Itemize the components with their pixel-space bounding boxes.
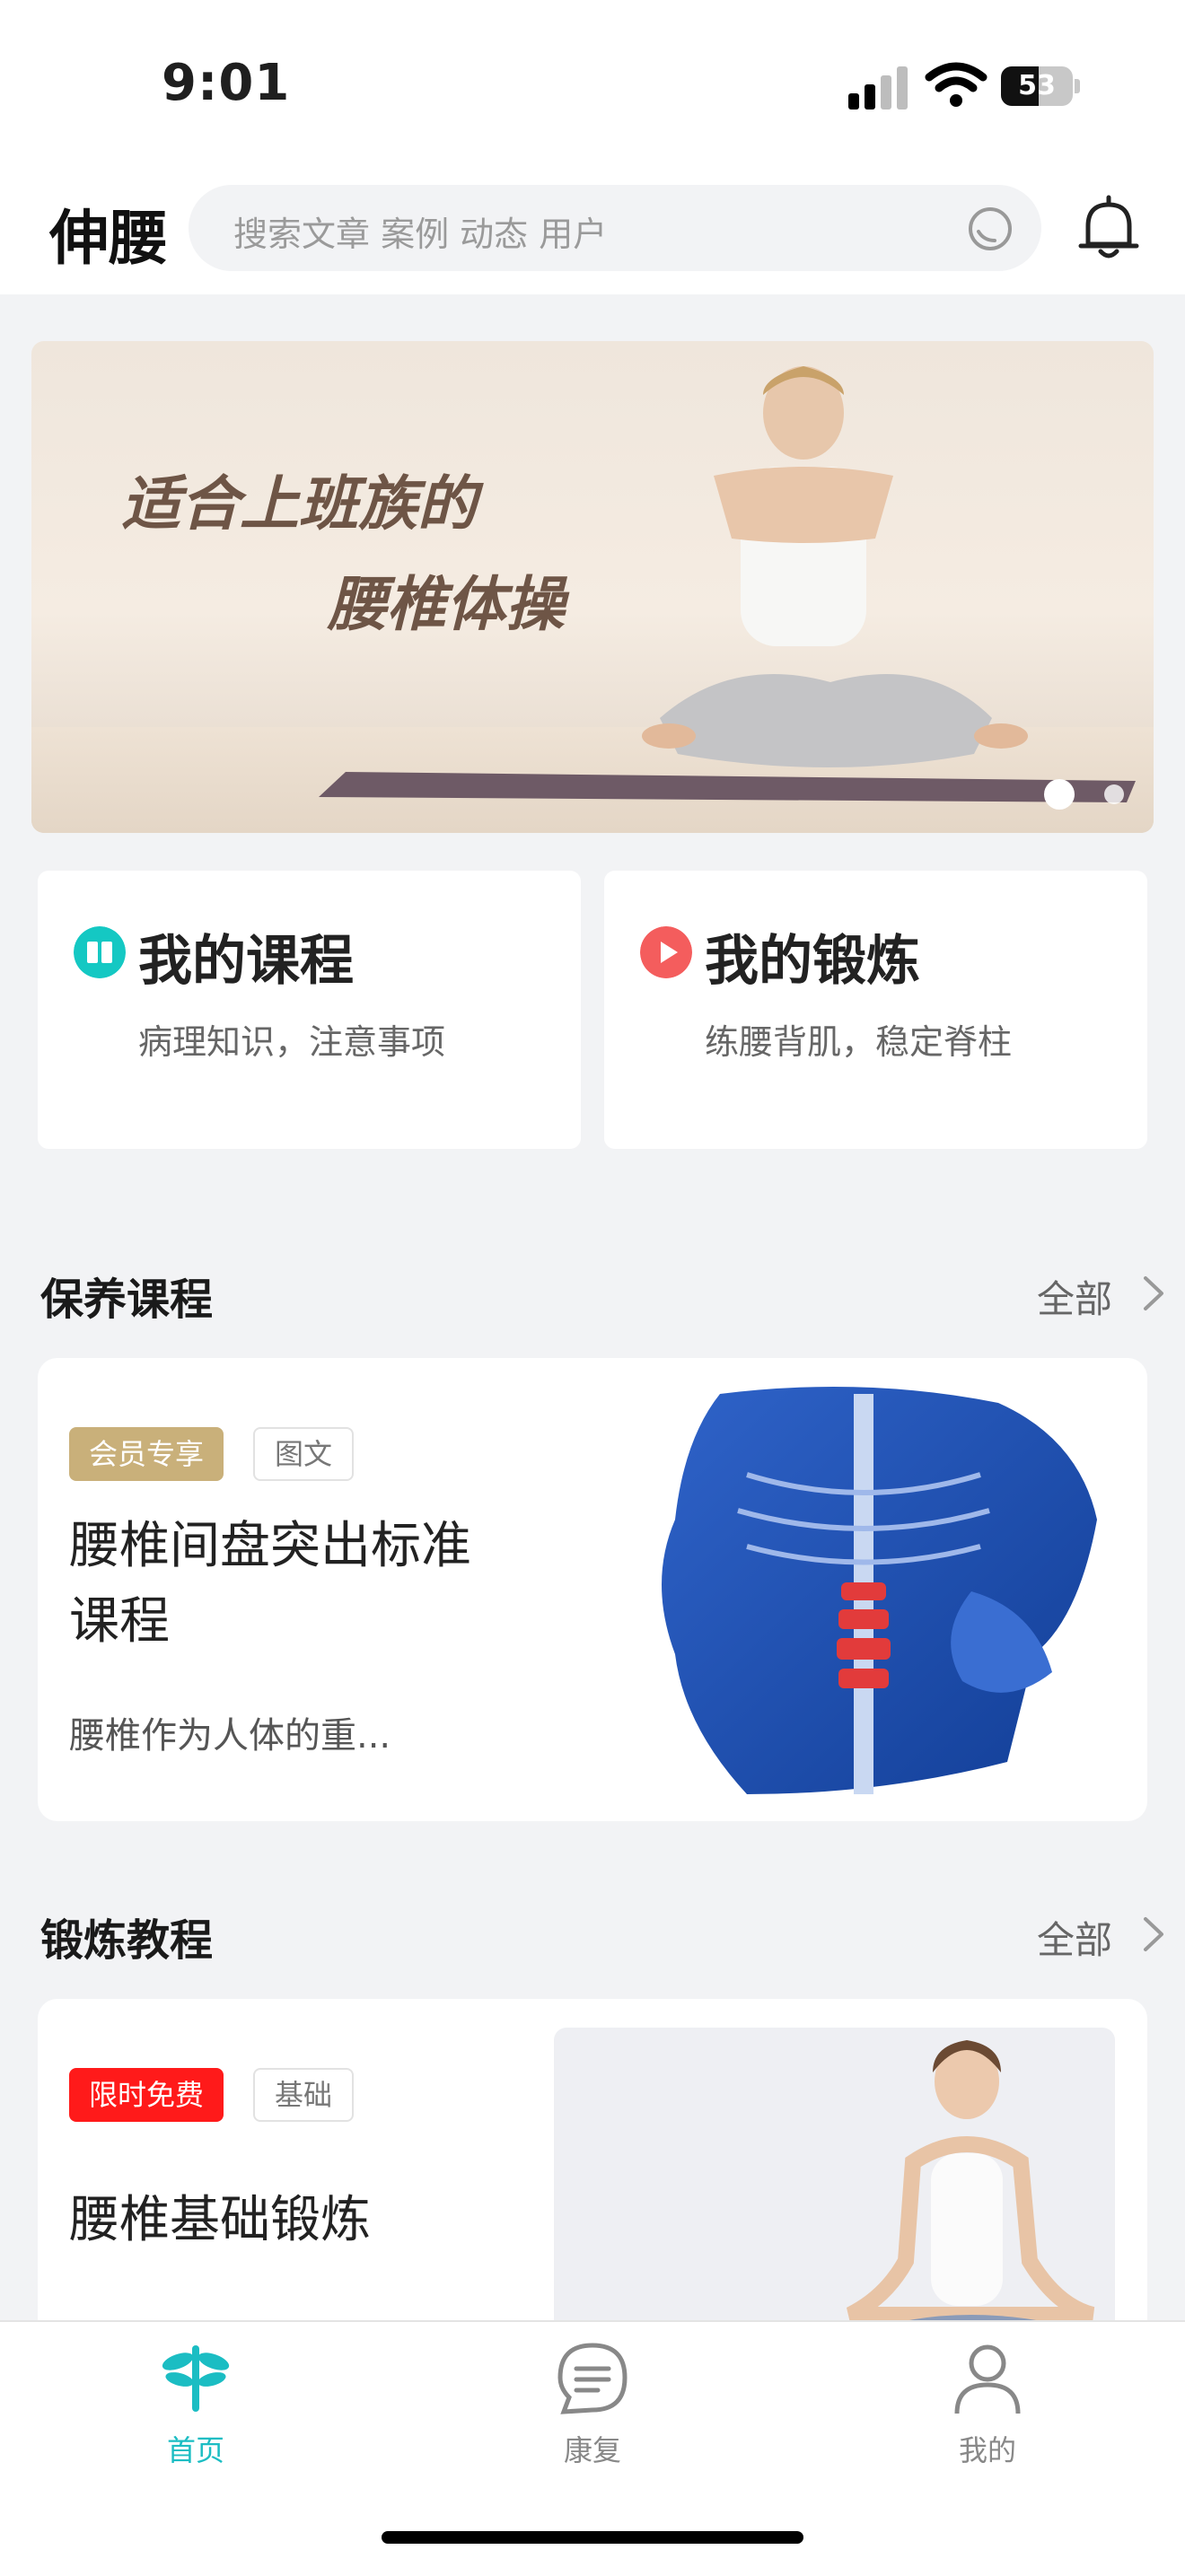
course-title-line1: 腰椎间盘突出标准	[69, 1517, 471, 1575]
promo-banner[interactable]: 适合上班族的 腰椎体操	[31, 341, 1154, 833]
tab-home-label: 首页	[166, 2433, 224, 2467]
tab-rehab[interactable]: 康复	[503, 2340, 682, 2469]
battery-icon: 53	[1001, 66, 1082, 106]
bell-icon[interactable]	[1068, 192, 1149, 264]
level-tag: 基础	[253, 2068, 355, 2122]
exercise-title: 腰椎基础锻炼	[69, 2191, 371, 2249]
tab-profile[interactable]: 我的	[898, 2340, 1077, 2469]
my-courses-title: 我的课程	[138, 930, 354, 993]
care-see-all-link[interactable]: 全部	[1037, 1269, 1112, 1324]
section-title-care: 保养课程	[40, 1275, 214, 1325]
banner-headline-2: 腰椎体操	[328, 569, 565, 639]
app-brand: 伸腰	[49, 204, 168, 273]
course-title-line2: 课程	[69, 1592, 170, 1651]
cellular-signal-icon	[848, 65, 911, 110]
spine-illustration	[662, 1387, 1097, 1794]
banner-woman-image	[642, 366, 1028, 767]
search-placeholder: 搜索文章 案例 动态 用户	[233, 215, 608, 254]
chevron-right-icon[interactable]	[1140, 1915, 1167, 1953]
member-tag: 会员专享	[69, 1427, 224, 1481]
carousel-dot-active[interactable]	[1044, 779, 1075, 810]
user-icon	[954, 2344, 1021, 2414]
exercise-see-all-link[interactable]: 全部	[1037, 1910, 1112, 1965]
dragonfly-icon	[162, 2345, 230, 2412]
search-icon[interactable]	[966, 205, 1014, 253]
wifi-icon	[925, 62, 988, 107]
carousel-dot[interactable]	[1104, 784, 1124, 804]
status-time: 9:01	[162, 54, 291, 112]
exercise-card[interactable]: 限时免费 基础 腰椎基础锻炼	[38, 1999, 1147, 2358]
course-card[interactable]: 会员专享 图文 腰椎间盘突出标准 课程 腰椎作为人体的重...	[38, 1358, 1147, 1821]
chat-icon	[557, 2343, 628, 2414]
my-exercise-card[interactable]: 我的锻炼 练腰背肌，稳定脊柱	[604, 871, 1147, 1149]
book-icon	[74, 926, 126, 978]
tab-profile-label: 我的	[958, 2433, 1016, 2467]
section-title-exercise: 锻炼教程	[40, 1915, 214, 1966]
free-tag: 限时免费	[69, 2068, 224, 2122]
my-exercise-subtitle: 练腰背肌，稳定脊柱	[705, 1022, 1013, 1062]
format-tag: 图文	[253, 1427, 355, 1481]
course-description: 腰椎作为人体的重...	[69, 1715, 391, 1757]
tab-rehab-label: 康复	[563, 2433, 621, 2467]
play-icon	[640, 926, 692, 978]
my-courses-card[interactable]: 我的课程 病理知识，注意事项	[38, 871, 581, 1149]
battery-level: 53	[1018, 70, 1056, 101]
meditation-woman-image	[554, 2028, 1115, 2358]
chevron-right-icon[interactable]	[1140, 1275, 1167, 1312]
search-input[interactable]: 搜索文章 案例 动态 用户	[189, 185, 1041, 271]
banner-headline-1: 适合上班族的	[121, 469, 477, 539]
tab-home[interactable]: 首页	[106, 2340, 285, 2469]
my-courses-subtitle: 病理知识，注意事项	[138, 1022, 446, 1062]
home-indicator	[382, 2531, 803, 2544]
my-exercise-title: 我的锻炼	[705, 930, 920, 993]
